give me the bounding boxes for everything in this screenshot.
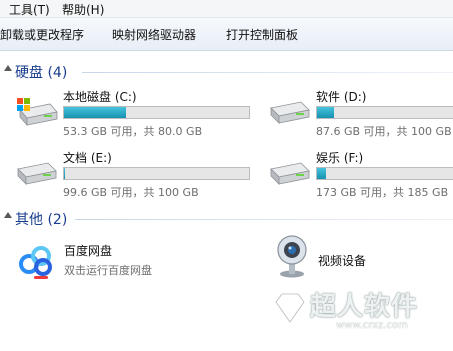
usage-bar-fill [317,168,327,179]
site-watermark: 超人软件 www.crxz.com [270,286,453,346]
usage-bar [63,167,250,180]
item-description: 双击运行百度网盘 [64,264,152,277]
group-header-other[interactable]: 其他 (2) [0,209,453,229]
map-network-drive-button[interactable]: 映射网络驱动器 [112,26,196,43]
drive-label: 软件 (D:) [316,90,367,104]
item-name: 视频设备 [318,254,367,268]
command-bar: 卸载或更改程序 映射网络驱动器 打开控制面板 [0,18,453,51]
free-space-text: 173 GB 可用，共 185 GB [316,186,449,199]
hard-drive-icon [17,162,57,185]
free-space-text: 87.6 GB 可用，共 100 GB [316,125,452,138]
group-title: 其他 (2) [15,212,68,228]
free-space-text: 53.3 GB 可用，共 80.0 GB [63,125,203,138]
system-drive-icon [17,98,58,127]
free-space-text: 99.6 GB 可用，共 100 GB [63,186,199,199]
watermark-url: www.crxz.com [336,320,408,331]
drive-d[interactable]: 软件 (D:) 87.6 GB 可用，共 100 GB [265,88,453,142]
webcam-icon [277,235,307,278]
menu-help[interactable]: 帮助(H) [62,1,104,18]
drive-e[interactable]: 文档 (E:) 99.6 GB 可用，共 100 GB [12,149,252,203]
drive-label: 本地磁盘 (C:) [63,90,137,104]
menu-tools[interactable]: 工具(T) [9,1,50,18]
usage-bar [316,167,453,180]
uninstall-program-button[interactable]: 卸载或更改程序 [0,26,84,43]
group-divider [75,219,453,220]
watermark-text: 超人软件 [310,292,419,322]
baidu-netdisk-item[interactable]: 百度网盘 双击运行百度网盘 [12,236,252,284]
baidu-netdisk-icon [16,242,56,282]
collapse-chevron-icon[interactable] [4,212,12,218]
usage-bar [63,106,250,119]
hard-drive-icon [270,101,310,124]
diamond-logo-icon [274,292,306,325]
open-control-panel-button[interactable]: 打开控制面板 [226,26,298,43]
usage-bar-fill [64,107,126,118]
group-header-hard-disks[interactable]: 硬盘 (4) [0,62,453,82]
drive-label: 娱乐 (F:) [316,151,364,165]
drive-label: 文档 (E:) [63,151,112,165]
menu-bar: 工具(T) 帮助(H) [0,0,453,18]
group-divider [82,72,453,73]
collapse-chevron-icon[interactable] [4,65,12,71]
item-name: 百度网盘 [64,244,113,258]
usage-bar-fill [317,107,335,118]
drive-f[interactable]: 娱乐 (F:) 173 GB 可用，共 185 GB [265,149,453,203]
usage-bar-fill [64,168,65,179]
drive-c[interactable]: 本地磁盘 (C:) 53.3 GB 可用，共 80.0 GB [12,88,252,142]
video-device-item[interactable]: 视频设备 [268,230,453,284]
hard-drive-icon [270,162,310,185]
group-title: 硬盘 (4) [15,65,68,81]
usage-bar [316,106,453,119]
